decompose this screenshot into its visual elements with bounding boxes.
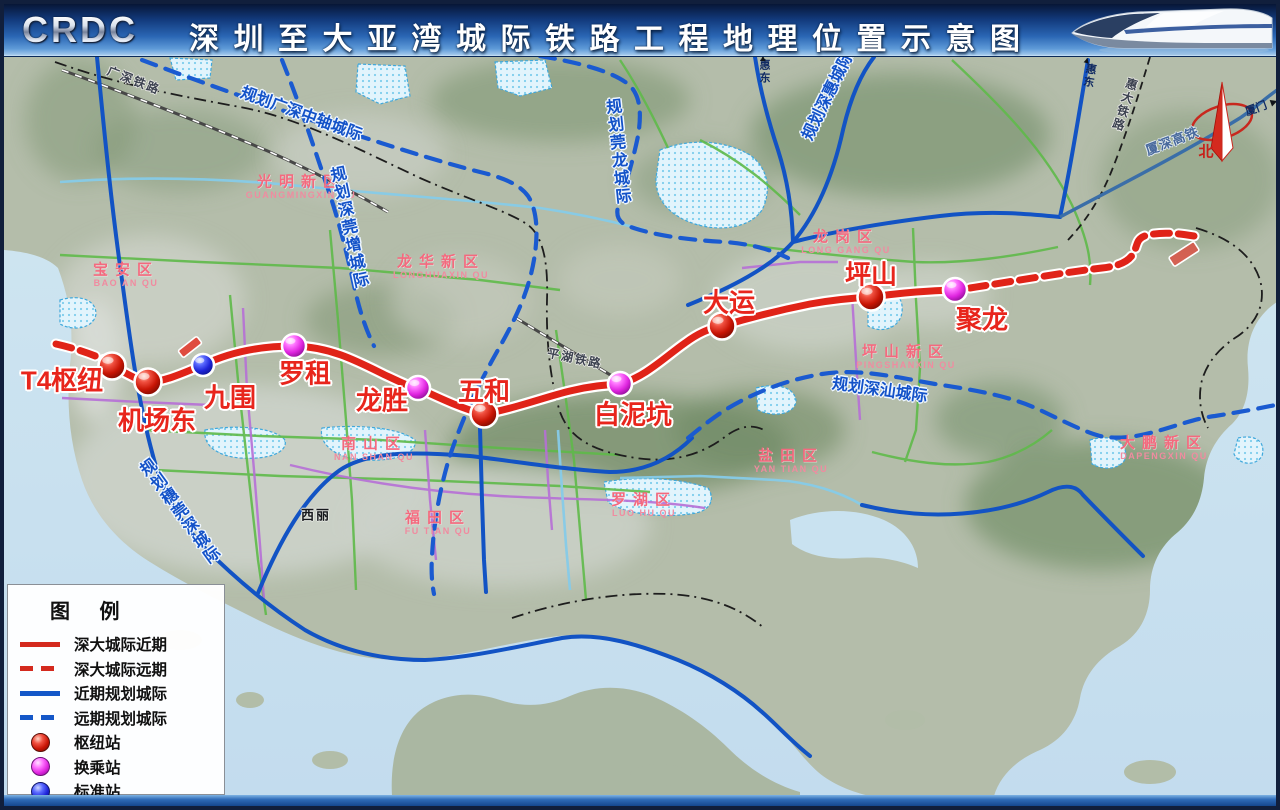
legend-item-5: 换乘站 <box>20 755 212 780</box>
station-罗租 <box>282 334 306 358</box>
legend-label: 深大城际近期 <box>74 633 167 655</box>
bottom-bar <box>4 795 1276 806</box>
legend-label: 换乘站 <box>74 756 121 778</box>
legend-item-3: 远期规划城际 <box>20 706 212 731</box>
station-聚龙 <box>943 278 967 302</box>
legend-label: 枢纽站 <box>74 731 121 753</box>
legend-swatch-hub <box>31 733 50 752</box>
legend-swatch-redsolid <box>20 642 60 647</box>
legend-item-1: 深大城际远期 <box>20 657 212 682</box>
legend-swatch-reddash <box>20 666 60 671</box>
legend-label: 近期规划城际 <box>74 682 167 704</box>
legend-label: 远期规划城际 <box>74 707 167 729</box>
station-九围 <box>192 354 214 376</box>
station-T4枢纽 <box>99 353 126 380</box>
legend-label: 深大城际远期 <box>74 658 167 680</box>
page-title: 深圳至大亚湾城际铁路工程地理位置示意图 <box>189 14 1035 58</box>
station-大运 <box>709 313 736 340</box>
legend-items: 深大城际近期深大城际远期近期规划城际远期规划城际枢纽站换乘站标准站 <box>20 632 212 804</box>
station-坪山 <box>858 284 885 311</box>
legend-swatch-bluesolid <box>20 691 60 696</box>
station-机场东 <box>135 369 162 396</box>
station-白泥坑 <box>608 372 632 396</box>
station-龙胜 <box>406 376 430 400</box>
legend-item-2: 近期规划城际 <box>20 681 212 706</box>
legend-swatch-bluedash <box>20 715 60 720</box>
legend-title: 图 例 <box>50 595 212 624</box>
legend-item-4: 枢纽站 <box>20 730 212 755</box>
crdc-logo: CRDC <box>22 9 138 51</box>
map-screenshot: T4枢纽机场东九围罗租龙胜五和白泥坑大运坪山聚龙宝安区BAO AN QU光明新区… <box>0 0 1280 810</box>
legend-swatch-xfer <box>31 757 50 776</box>
station-五和 <box>471 401 498 428</box>
train-icon <box>1064 6 1274 56</box>
legend-item-0: 深大城际近期 <box>20 632 212 657</box>
legend-box: 图 例 深大城际近期深大城际远期近期规划城际远期规划城际枢纽站换乘站标准站 <box>7 584 225 795</box>
header-bar: CRDC 深圳至大亚湾城际铁路工程地理位置示意图 <box>4 4 1276 57</box>
